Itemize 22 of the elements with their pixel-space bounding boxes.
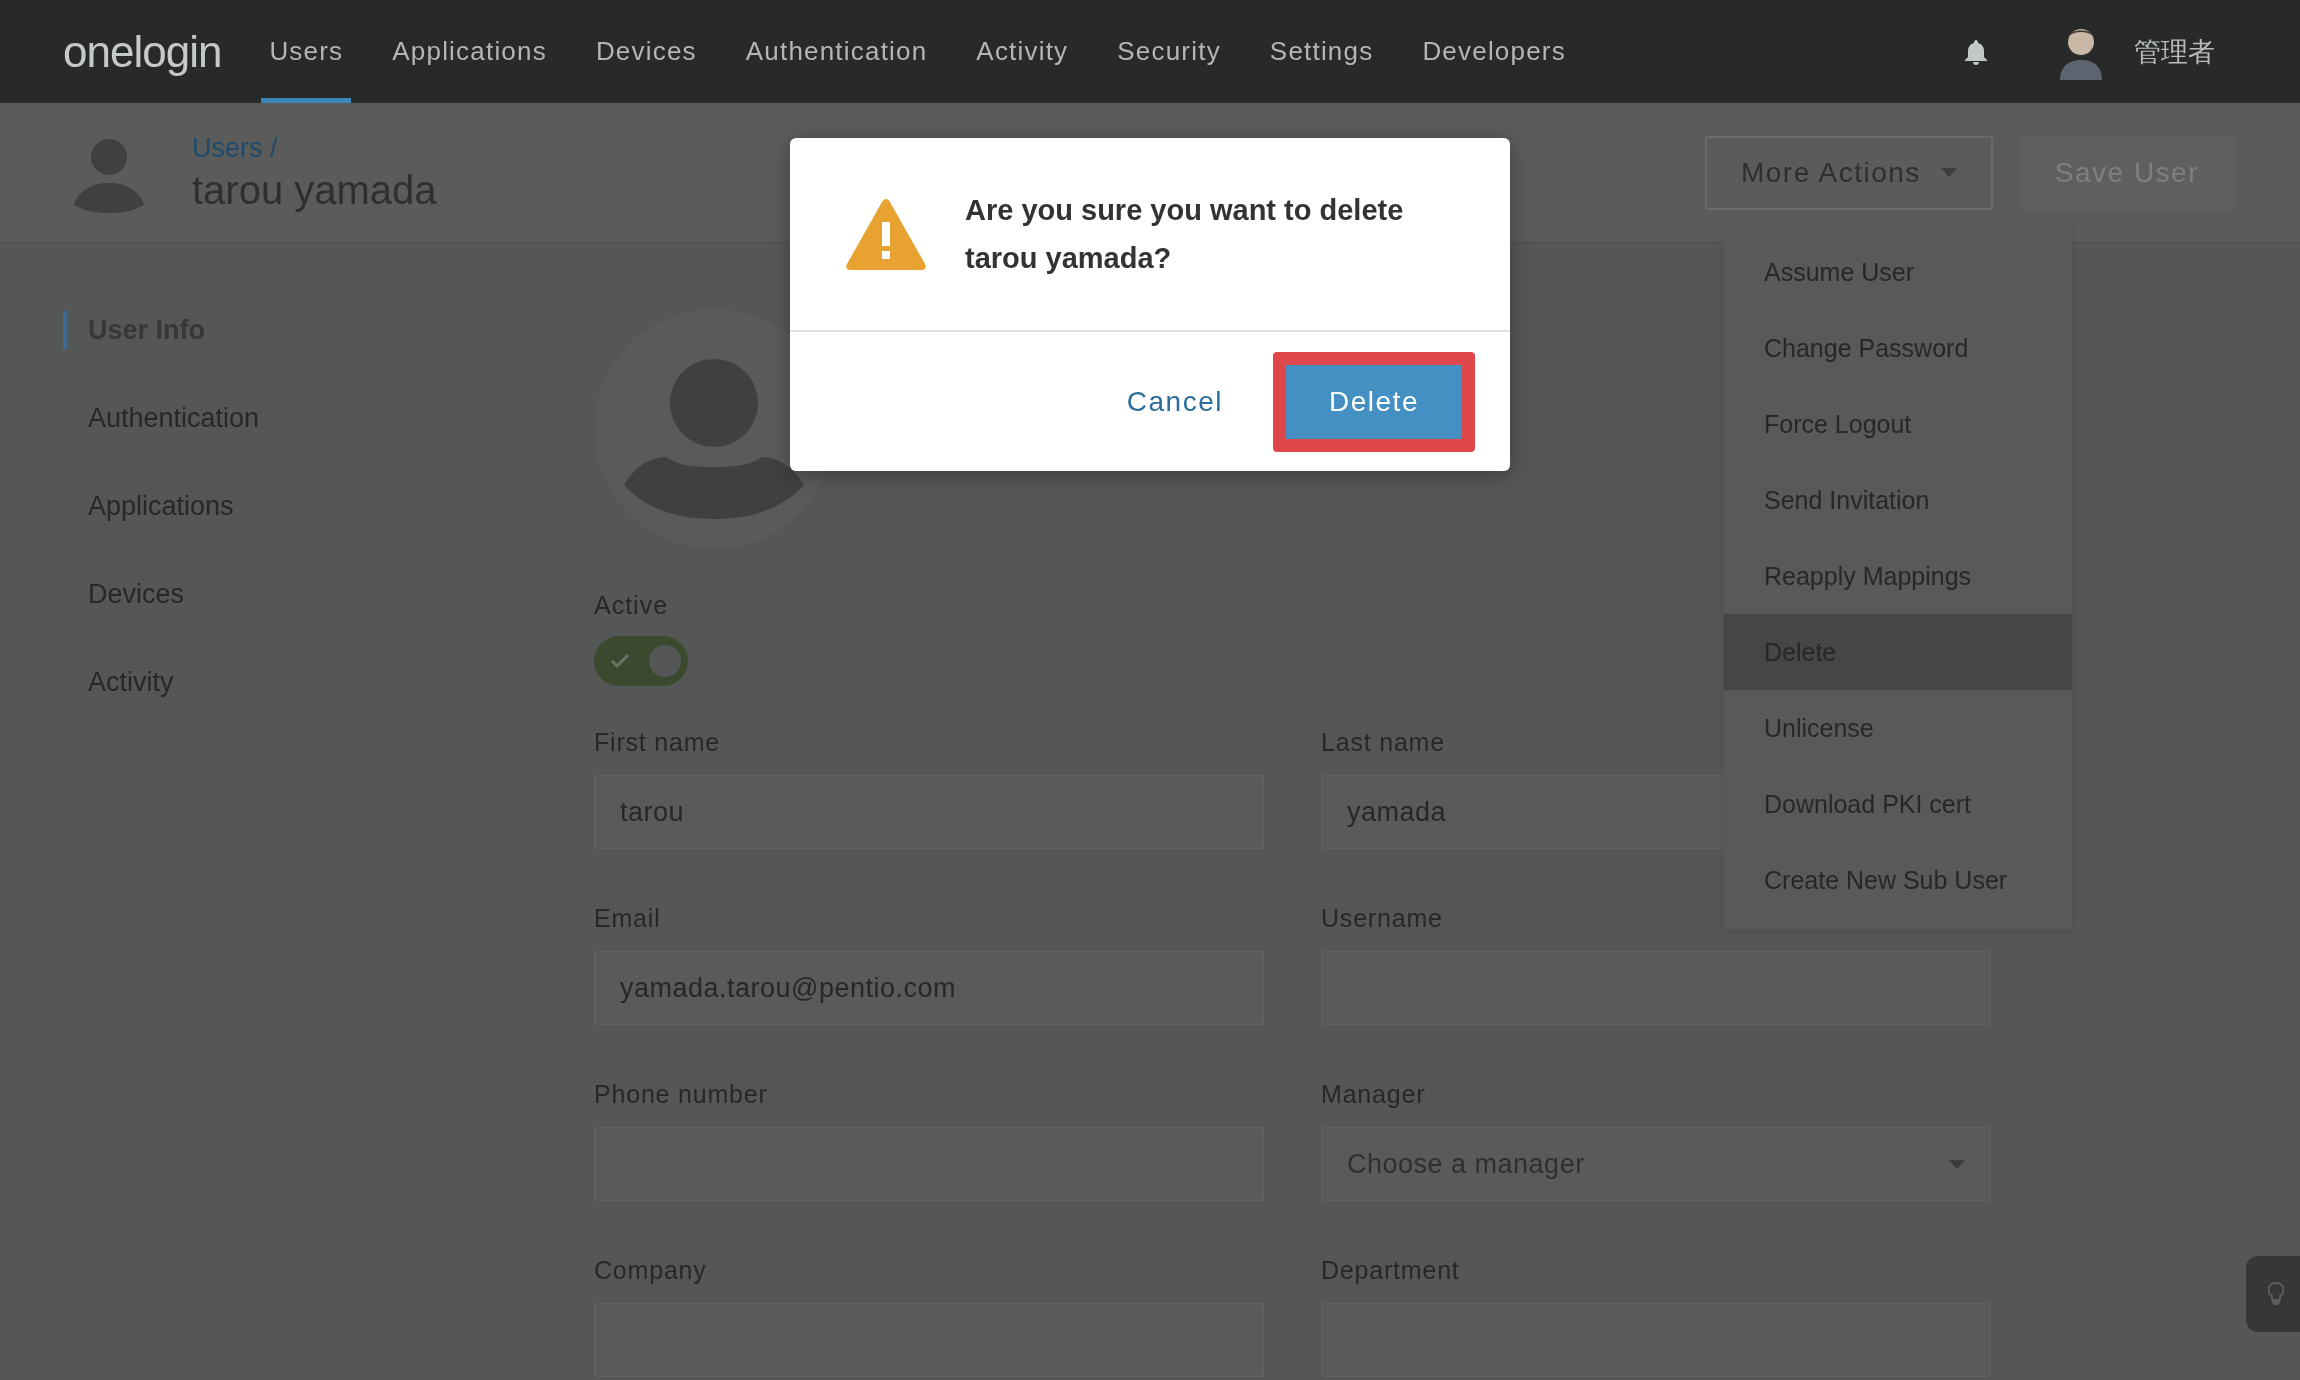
help-tab[interactable] bbox=[2246, 1256, 2300, 1332]
nav-tab[interactable]: Security bbox=[1109, 0, 1229, 103]
nav-tab[interactable]: Devices bbox=[587, 0, 705, 103]
nav-tab[interactable]: Applications bbox=[384, 0, 555, 103]
onelogin-logo[interactable]: onelogin bbox=[63, 26, 222, 77]
caret-icon bbox=[1940, 168, 1957, 177]
delete-button[interactable]: Delete bbox=[1286, 364, 1462, 439]
warning-icon bbox=[845, 198, 927, 270]
caret-icon bbox=[1949, 1159, 1965, 1169]
dialog-message: Are you sure you want to delete tarou yamada? bbox=[965, 193, 1405, 276]
nav-tab[interactable]: Activity bbox=[968, 0, 1077, 103]
bell-icon[interactable] bbox=[1964, 38, 1988, 65]
user-name[interactable]: 管理者 bbox=[2134, 33, 2215, 70]
cancel-button[interactable]: Cancel bbox=[1116, 371, 1233, 432]
nav-tab[interactable]: Developers bbox=[1414, 0, 1574, 103]
breadcrumb-link[interactable]: Users / bbox=[192, 132, 437, 164]
nav-tab[interactable]: Authentication bbox=[737, 0, 936, 103]
user-avatar-icon bbox=[624, 359, 804, 519]
lightbulb-icon[interactable] bbox=[2268, 1282, 2284, 1306]
active-toggle[interactable] bbox=[594, 636, 688, 686]
check-icon bbox=[610, 653, 630, 669]
nav-tab[interactable]: Settings bbox=[1261, 0, 1382, 103]
